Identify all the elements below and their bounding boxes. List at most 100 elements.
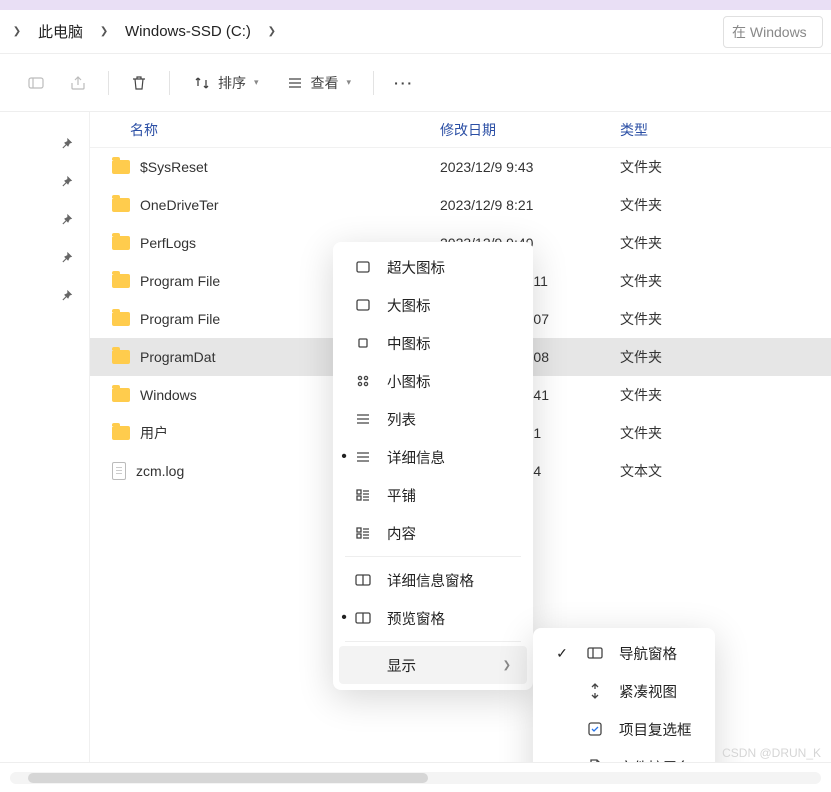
menu-item-label: 紧凑视图 — [619, 681, 677, 702]
menu-item-label: 列表 — [387, 409, 416, 430]
file-name: Program File — [140, 311, 220, 327]
breadcrumb-item[interactable]: Windows-SSD (C:) — [117, 19, 259, 44]
menu-item-label: 详细信息 — [387, 447, 445, 468]
menu-item-label: 项目复选框 — [619, 719, 692, 740]
file-type: 文件夹 — [620, 423, 740, 443]
folder-icon — [112, 312, 130, 326]
menu-item[interactable]: ✓文件扩展名 — [539, 748, 709, 762]
file-type: 文本文 — [620, 461, 740, 481]
chevron-right-icon[interactable]: ❯ — [263, 26, 281, 37]
col-name-header[interactable]: 名称 — [90, 120, 440, 140]
window-edge — [0, 0, 831, 10]
view-label: 查看 — [311, 73, 339, 93]
menu-item[interactable]: •预览窗格 — [339, 599, 527, 637]
file-type: 文件夹 — [620, 385, 740, 405]
table-row[interactable]: $SysReset2023/12/9 9:43文件夹 — [90, 148, 831, 186]
sort-button[interactable]: 排序▾ — [182, 65, 269, 101]
scrollbar-thumb[interactable] — [28, 773, 428, 783]
menu-item[interactable]: ✓导航窗格 — [539, 634, 709, 672]
rect-icon — [353, 296, 373, 314]
file-name: 用户 — [140, 423, 168, 443]
watermark: CSDN @DRUN_K — [722, 746, 821, 760]
share-icon — [68, 73, 88, 93]
folder-icon — [112, 388, 130, 402]
menu-item[interactable]: 小图标 — [339, 362, 527, 400]
quick-access-item[interactable] — [0, 238, 89, 276]
horizontal-scrollbar[interactable] — [10, 772, 821, 784]
check-icon: ✓ — [553, 645, 571, 662]
quick-access-item[interactable] — [0, 124, 89, 162]
menu-item-label: 平铺 — [387, 485, 416, 506]
sort-icon — [192, 73, 212, 93]
menu-item-label: 中图标 — [387, 333, 431, 354]
menu-separator — [345, 641, 521, 642]
file-name: OneDriveTer — [140, 197, 219, 213]
folder-icon — [112, 274, 130, 288]
file-icon — [112, 462, 126, 480]
panel-icon — [353, 609, 373, 627]
menu-item[interactable]: • 详细信息 — [339, 438, 527, 476]
share-button — [60, 65, 96, 101]
menu-item[interactable]: 详细信息窗格 — [339, 561, 527, 599]
compact-icon — [585, 682, 605, 700]
show-submenu: ✓导航窗格紧凑视图项目复选框✓文件扩展名✓隐藏的项目 — [533, 628, 715, 762]
menu-item-label: 内容 — [387, 523, 416, 544]
breadcrumb-item[interactable]: 此电脑 — [30, 17, 91, 46]
file-name: ProgramDat — [140, 349, 215, 365]
search-input[interactable]: 在 Windows — [723, 16, 823, 48]
main-area: 名称 修改日期 类型 $SysReset2023/12/9 9:43文件夹One… — [0, 112, 831, 762]
file-name: $SysReset — [140, 159, 208, 175]
col-type-header[interactable]: 类型 — [620, 120, 740, 140]
menu-item-show[interactable]: 显示 ❯ — [339, 646, 527, 684]
menu-item[interactable]: 内容 — [339, 514, 527, 552]
sort-label: 排序 — [218, 73, 246, 93]
trash-icon — [129, 73, 149, 93]
col-date-header[interactable]: 修改日期 — [440, 120, 620, 140]
folder-icon — [112, 160, 130, 174]
menu-item[interactable]: 中图标 — [339, 324, 527, 362]
quick-access-item[interactable] — [0, 162, 89, 200]
menu-item-label: 预览窗格 — [387, 608, 445, 629]
panel-icon — [353, 571, 373, 589]
menu-item[interactable]: 紧凑视图 — [539, 672, 709, 710]
column-headers: 名称 修改日期 类型 — [90, 112, 831, 148]
menu-item[interactable]: 列表 — [339, 400, 527, 438]
folder-icon — [112, 198, 130, 212]
delete-button[interactable] — [121, 65, 157, 101]
more-icon: ··· — [394, 73, 414, 93]
file-name: zcm.log — [136, 463, 184, 479]
bullet-icon: • — [337, 448, 351, 466]
tiles-icon — [353, 524, 373, 542]
menu-item-label: 小图标 — [387, 371, 431, 392]
checkbox-icon — [585, 720, 605, 738]
rect-icon — [353, 258, 373, 276]
separator — [373, 71, 374, 95]
menu-separator — [345, 556, 521, 557]
toolbar: 排序▾ 查看 ▾ ··· — [0, 54, 831, 112]
menu-item[interactable]: 超大图标 — [339, 248, 527, 286]
lines-icon — [353, 448, 373, 466]
quick-access-item[interactable] — [0, 276, 89, 314]
menu-item-label: 大图标 — [387, 295, 431, 316]
grid4-icon — [353, 372, 373, 390]
rename-icon — [26, 73, 46, 93]
tiles-icon — [353, 486, 373, 504]
pin-icon — [60, 251, 73, 264]
menu-item[interactable]: 项目复选框 — [539, 710, 709, 748]
more-button[interactable]: ··· — [386, 65, 422, 101]
separator — [108, 71, 109, 95]
file-type: 文件夹 — [620, 195, 740, 215]
pin-icon — [60, 289, 73, 302]
menu-item[interactable]: 大图标 — [339, 286, 527, 324]
lines-icon — [353, 410, 373, 428]
quick-access-item[interactable] — [0, 200, 89, 238]
menu-item[interactable]: 平铺 — [339, 476, 527, 514]
chevron-down-icon: ▾ — [347, 77, 352, 88]
file-type: 文件夹 — [620, 271, 740, 291]
breadcrumb: ❯ 此电脑 ❯ Windows-SSD (C:) ❯ 在 Windows — [0, 10, 831, 54]
chevron-right-icon[interactable]: ❯ — [8, 26, 26, 37]
view-button[interactable]: 查看 ▾ — [275, 65, 362, 101]
chevron-right-icon[interactable]: ❯ — [95, 26, 113, 37]
table-row[interactable]: OneDriveTer2023/12/9 8:21文件夹 — [90, 186, 831, 224]
separator — [169, 71, 170, 95]
